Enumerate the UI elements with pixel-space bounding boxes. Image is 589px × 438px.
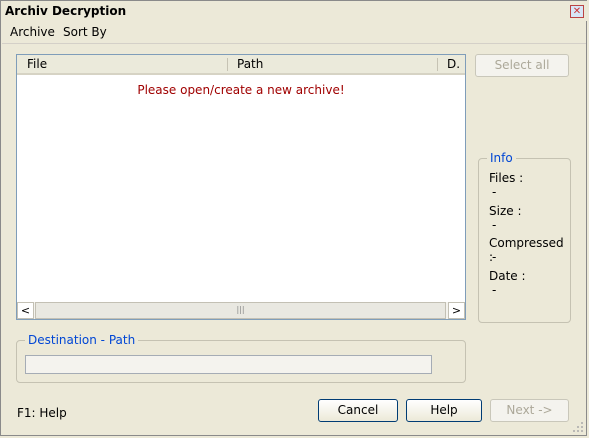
compressed-value: - xyxy=(492,250,497,264)
window-title: Archiv Decryption xyxy=(5,4,127,18)
destination-path-field[interactable] xyxy=(25,355,432,374)
app-window: Archiv Decryption ✕ Archive Sort By File… xyxy=(0,0,588,436)
resize-grip-icon[interactable] xyxy=(572,421,584,433)
column-header-date[interactable]: D. xyxy=(437,55,465,73)
horizontal-scrollbar[interactable]: < ||| > xyxy=(17,302,465,319)
scroll-right-icon[interactable]: > xyxy=(448,302,465,319)
list-header: File Path D. xyxy=(17,55,465,75)
scroll-thumb[interactable]: ||| xyxy=(35,302,446,319)
help-button[interactable]: Help xyxy=(406,399,482,422)
empty-list-message: Please open/create a new archive! xyxy=(137,83,345,97)
size-value: - xyxy=(492,218,497,232)
date-value: - xyxy=(492,283,497,297)
menu-sort-by[interactable]: Sort By xyxy=(58,24,112,41)
info-legend: Info xyxy=(487,151,516,165)
date-label: Date : xyxy=(489,269,526,283)
column-header-file[interactable]: File xyxy=(17,55,227,73)
files-label: Files : xyxy=(489,171,524,185)
help-hint: F1: Help xyxy=(17,406,67,420)
compressed-label: Compressed : xyxy=(489,236,564,264)
column-header-path[interactable]: Path xyxy=(227,55,437,73)
resize-grip-graphic xyxy=(573,422,583,432)
size-label: Size : xyxy=(489,204,522,218)
menu-bar: Archive Sort By xyxy=(2,22,586,44)
cancel-button[interactable]: Cancel xyxy=(318,399,398,422)
close-icon[interactable]: ✕ xyxy=(570,5,584,18)
destination-legend: Destination - Path xyxy=(25,333,139,347)
next-button[interactable]: Next -> xyxy=(490,399,569,422)
title-bar[interactable]: Archiv Decryption ✕ xyxy=(1,1,588,21)
archive-file-list[interactable]: File Path D. Please open/create a new ar… xyxy=(16,54,466,320)
info-group: Info Files : - Size : - Compressed : - D… xyxy=(478,151,571,323)
select-all-button[interactable]: Select all xyxy=(475,54,569,77)
scroll-left-icon[interactable]: < xyxy=(17,302,34,319)
destination-group: Destination - Path xyxy=(16,333,466,383)
files-value: - xyxy=(492,185,497,199)
menu-archive[interactable]: Archive xyxy=(5,24,60,41)
